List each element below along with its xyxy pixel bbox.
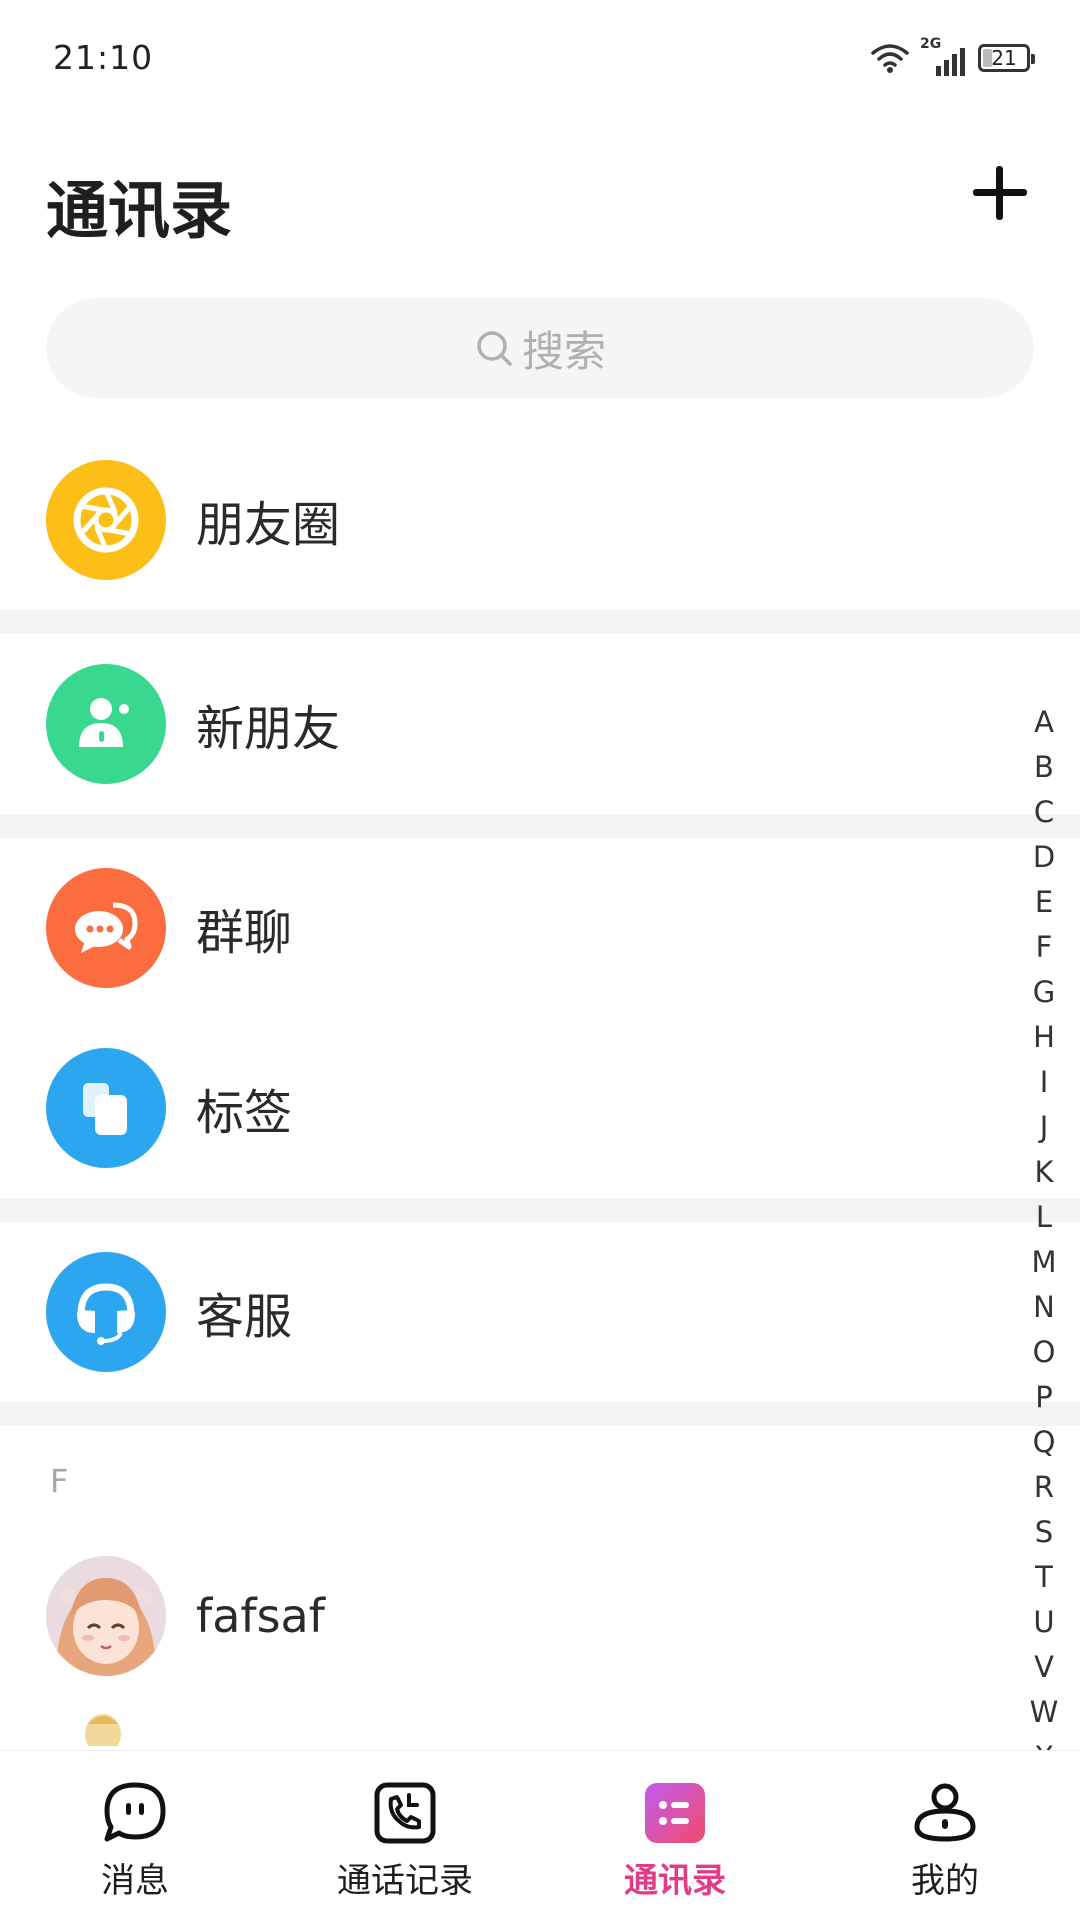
wifi-icon bbox=[871, 44, 909, 73]
alphabet-index-letter[interactable]: W bbox=[1022, 1690, 1066, 1735]
anime-girl-avatar-icon bbox=[46, 1556, 166, 1676]
battery-icon: 21 bbox=[978, 44, 1035, 72]
contact-avatar bbox=[46, 1556, 166, 1676]
page-title: 通讯录 bbox=[46, 174, 233, 247]
plus-icon bbox=[973, 166, 1027, 220]
status-time: 21:10 bbox=[53, 38, 154, 77]
group-chat-icon bbox=[75, 902, 138, 953]
new-friends-avatar bbox=[46, 664, 166, 784]
moments-avatar bbox=[46, 460, 166, 580]
tab-label: 通讯录 bbox=[624, 1861, 726, 1901]
alphabet-index-letter[interactable]: D bbox=[1022, 835, 1066, 880]
alphabet-index-letter[interactable]: C bbox=[1022, 790, 1066, 835]
section-letter: F bbox=[50, 1462, 69, 1500]
list-item-tags[interactable]: 标签 bbox=[0, 1018, 1080, 1198]
list-item-label: 客服 bbox=[196, 1289, 293, 1345]
alphabet-index-letter[interactable]: R bbox=[1022, 1465, 1066, 1510]
tab-call-log[interactable]: 通话记录 bbox=[270, 1751, 540, 1920]
alphabet-index-letter[interactable]: S bbox=[1022, 1510, 1066, 1555]
alphabet-index-letter[interactable]: P bbox=[1022, 1375, 1066, 1420]
list-item-label: 群聊 bbox=[196, 905, 293, 961]
list-item-label: 新朋友 bbox=[196, 701, 341, 757]
contacts-page: 21:10 2G 21 通讯录 搜索 朋友圈 新朋友 群聊 标签 客服 F fa… bbox=[0, 0, 1080, 1920]
alphabet-index-letter[interactable]: T bbox=[1022, 1555, 1066, 1600]
tab-profile[interactable]: 我的 bbox=[810, 1751, 1080, 1920]
new-friend-icon bbox=[79, 698, 129, 747]
alphabet-index-letter[interactable]: V bbox=[1022, 1645, 1066, 1690]
contact-avatar-partial bbox=[80, 1706, 126, 1746]
add-button[interactable] bbox=[965, 158, 1035, 228]
alphabet-index-letter[interactable]: H bbox=[1022, 1015, 1066, 1060]
section-divider bbox=[0, 814, 1080, 838]
alphabet-index-letter[interactable]: B bbox=[1022, 745, 1066, 790]
tab-label: 通话记录 bbox=[337, 1861, 473, 1901]
alphabet-index-letter[interactable]: K bbox=[1022, 1150, 1066, 1195]
alphabet-index-letter[interactable]: J bbox=[1022, 1105, 1066, 1150]
list-item-customer-service[interactable]: 客服 bbox=[0, 1222, 1080, 1402]
alphabet-index-letter[interactable]: Q bbox=[1022, 1420, 1066, 1465]
list-item-label: 标签 bbox=[196, 1085, 293, 1141]
section-divider bbox=[0, 1198, 1080, 1222]
list-item-new-friends[interactable]: 新朋友 bbox=[0, 634, 1080, 814]
profile-icon bbox=[914, 1783, 976, 1842]
status-bar: 21:10 2G 21 bbox=[0, 0, 1080, 120]
contacts-icon bbox=[645, 1783, 705, 1843]
battery-level: 21 bbox=[991, 46, 1017, 70]
contacts-list: 朋友圈 新朋友 群聊 标签 客服 F fafsaf bbox=[0, 430, 1080, 1766]
contact-row[interactable]: fafsaf bbox=[0, 1526, 1080, 1706]
tab-contacts[interactable]: 通讯录 bbox=[540, 1751, 810, 1920]
search-placeholder: 搜索 bbox=[521, 326, 606, 376]
alphabet-index-letter[interactable]: L bbox=[1022, 1195, 1066, 1240]
alphabet-index-letter[interactable]: I bbox=[1022, 1060, 1066, 1105]
headset-icon bbox=[77, 1283, 135, 1345]
alphabet-index-letter[interactable]: E bbox=[1022, 880, 1066, 925]
status-icons: 2G 21 bbox=[870, 36, 1035, 78]
section-header: F bbox=[0, 1426, 1080, 1526]
message-icon bbox=[104, 1782, 166, 1842]
alphabet-index-letter[interactable]: M bbox=[1022, 1240, 1066, 1285]
section-divider bbox=[0, 1402, 1080, 1426]
alphabet-index-letter[interactable]: N bbox=[1022, 1285, 1066, 1330]
bottom-tab-bar: 消息 通话记录 通讯录 我的 bbox=[0, 1750, 1080, 1920]
alphabet-index-letter[interactable]: F bbox=[1022, 925, 1066, 970]
alphabet-index-letter[interactable]: X bbox=[1022, 1735, 1066, 1750]
contact-name: fafsaf bbox=[196, 1589, 325, 1643]
aperture-icon bbox=[73, 487, 139, 553]
header: 通讯录 bbox=[0, 120, 1080, 270]
tab-label: 我的 bbox=[911, 1861, 979, 1901]
list-item-group-chat[interactable]: 群聊 bbox=[0, 838, 1080, 1018]
list-item-moments[interactable]: 朋友圈 bbox=[0, 430, 1080, 610]
customer-service-avatar bbox=[46, 1252, 166, 1372]
section-divider bbox=[0, 610, 1080, 634]
tab-messages[interactable]: 消息 bbox=[0, 1751, 270, 1920]
alphabet-index-letter[interactable]: U bbox=[1022, 1600, 1066, 1645]
alphabet-index-letter[interactable]: A bbox=[1022, 700, 1066, 745]
group-chat-avatar bbox=[46, 868, 166, 988]
alphabet-index[interactable]: ABCDEFGHIJKLMNOPQRSTUVWX bbox=[1022, 700, 1066, 1750]
tags-avatar bbox=[46, 1048, 166, 1168]
call-log-icon bbox=[374, 1782, 436, 1844]
signal-icon: 2G bbox=[920, 36, 968, 76]
alphabet-index-letter[interactable]: G bbox=[1022, 970, 1066, 1015]
search-icon bbox=[477, 331, 512, 366]
list-item-label: 朋友圈 bbox=[196, 497, 341, 553]
search-input[interactable]: 搜索 bbox=[46, 298, 1034, 398]
tab-label: 消息 bbox=[101, 1861, 169, 1901]
alphabet-index-letter[interactable]: O bbox=[1022, 1330, 1066, 1375]
tag-icon bbox=[83, 1083, 127, 1135]
